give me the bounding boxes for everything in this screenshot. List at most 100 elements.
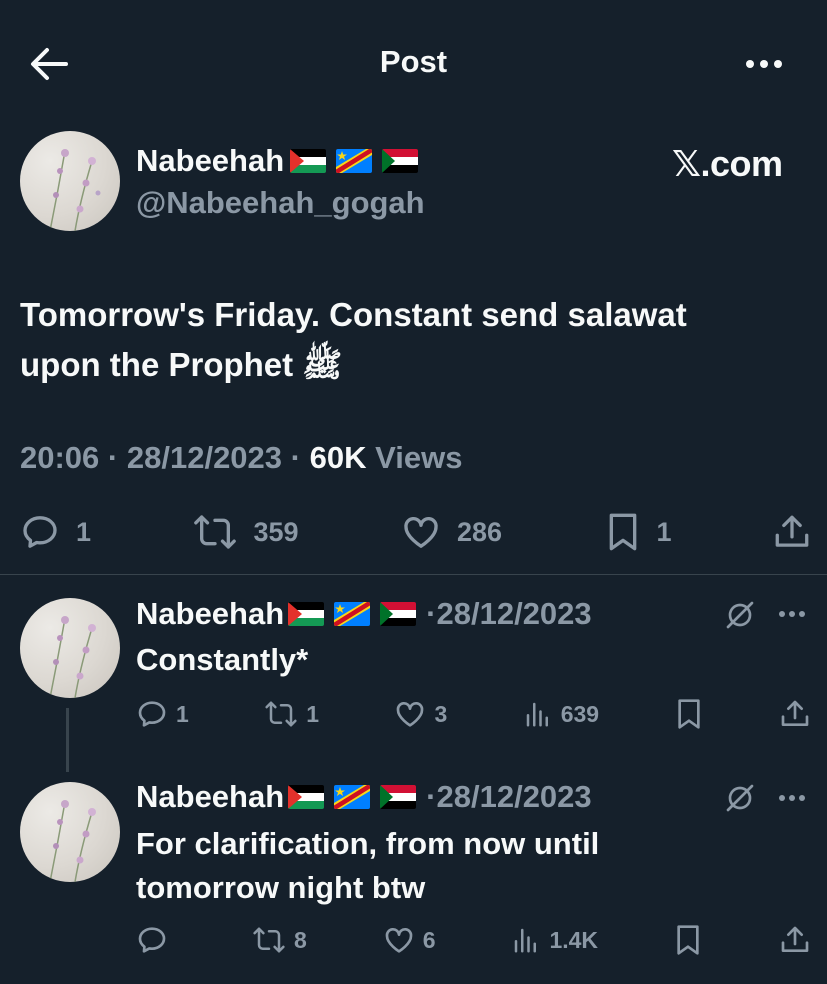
reply-more-button[interactable] [776, 604, 808, 624]
palestine-flag-icon [288, 785, 325, 809]
reply-avatar[interactable] [20, 782, 120, 882]
repost-count: 1 [306, 700, 320, 727]
avatar-flowers-image [49, 800, 96, 882]
heart-icon [404, 516, 438, 548]
source-watermark: 𝕏.com [672, 143, 783, 184]
reply-header: Nabeehah ·28/12/2023 [136, 596, 592, 632]
bookmark-button[interactable] [674, 924, 704, 956]
post-text-line: upon the Prophet ﷺ [20, 346, 343, 383]
views-count: 1.4K [549, 926, 599, 953]
author-name[interactable]: Nabeehah [136, 143, 419, 179]
more-horizontal-icon [746, 60, 782, 68]
like-count: 3 [434, 700, 448, 727]
analytics-icon [526, 702, 548, 727]
reply-button[interactable]: 1 [136, 698, 189, 730]
meta-separator: · [290, 440, 301, 475]
avatar-flowers-image [49, 616, 96, 698]
repost-count: 359 [253, 516, 299, 547]
reply-date-value: 28/12/2023 [436, 779, 592, 814]
reply-avatar[interactable] [20, 598, 120, 698]
repost-icon [253, 927, 285, 953]
share-button[interactable] [774, 512, 810, 552]
reply-actions: 1 1 3 639 [136, 694, 810, 734]
bookmark-icon [609, 513, 636, 551]
share-icon [775, 515, 809, 547]
reply-icon [138, 701, 166, 727]
like-button[interactable]: 3 [394, 698, 447, 730]
grok-icon [726, 784, 754, 812]
post-time[interactable]: 20:06 [20, 440, 99, 475]
reply-text: Constantly* [136, 642, 309, 677]
sudan-flag-icon [380, 602, 417, 626]
page-title: Post [379, 44, 448, 79]
sudan-flag-icon [382, 149, 419, 173]
share-button[interactable] [780, 698, 810, 730]
analytics-icon [515, 928, 537, 953]
reply-button[interactable] [136, 924, 176, 956]
thread-connector-line [66, 708, 69, 772]
palestine-flag-icon [290, 149, 327, 173]
avatar-flowers-image [49, 149, 101, 231]
like-count: 6 [422, 926, 436, 953]
repost-icon [194, 515, 237, 549]
date-separator: · [426, 779, 437, 814]
reply-author-name[interactable]: Nabeehah [136, 779, 284, 815]
reply-icon [23, 516, 57, 548]
reply-button[interactable]: 1 [20, 512, 91, 552]
reply-actions: 8 6 1.4K [136, 920, 810, 960]
meta-separator: · [107, 440, 119, 475]
sudan-flag-icon [380, 785, 417, 809]
more-horizontal-icon [779, 611, 805, 617]
repost-button[interactable]: 1 [264, 699, 319, 729]
bookmark-button[interactable] [675, 698, 705, 730]
post-meta: 20:06 · 28/12/2023 · 60K Views [20, 440, 462, 476]
share-icon [781, 700, 809, 726]
bookmark-icon [677, 699, 700, 729]
grok-button[interactable] [724, 599, 756, 631]
dr-congo-flag-icon [334, 785, 371, 809]
reply-count: 1 [176, 700, 189, 727]
repost-button[interactable]: 8 [252, 925, 307, 955]
reply-date[interactable]: ·28/12/2023 [426, 596, 591, 632]
reply-count: 1 [76, 516, 92, 547]
post-date[interactable]: 28/12/2023 [127, 440, 282, 475]
views-button[interactable]: 639 [523, 699, 599, 729]
palestine-flag-icon [288, 602, 325, 626]
views-label: Views [375, 440, 463, 475]
grok-icon [726, 601, 754, 629]
reply-icon [138, 927, 166, 953]
reply-text: For clarification, from now until tomorr… [136, 826, 600, 905]
repost-button[interactable]: 359 [193, 512, 299, 552]
date-separator: · [426, 596, 437, 631]
heart-icon [397, 702, 424, 727]
avatar[interactable] [20, 131, 120, 231]
divider [0, 574, 827, 575]
views-button[interactable]: 1.4K [511, 925, 598, 955]
bookmark-count: 1 [656, 516, 672, 547]
reply-more-button[interactable] [776, 788, 808, 808]
share-icon [781, 926, 809, 952]
dr-congo-flag-icon [334, 602, 371, 626]
author-display-name: Nabeehah [136, 143, 285, 178]
heart-icon [385, 928, 413, 953]
author-handle[interactable]: @Nabeehah_gogah [136, 185, 425, 221]
grok-button[interactable] [724, 782, 756, 814]
post-text: Tomorrow's Friday. Constant send salawat… [20, 290, 810, 390]
share-button[interactable] [780, 924, 810, 956]
like-button[interactable]: 6 [383, 924, 436, 956]
like-button[interactable]: 286 [401, 512, 502, 552]
repost-icon [265, 701, 297, 727]
bookmark-icon [677, 925, 699, 955]
views-count: 639 [560, 700, 600, 727]
reply-header: Nabeehah ·28/12/2023 [136, 779, 592, 815]
more-options-button[interactable] [742, 52, 786, 76]
reply-author-name[interactable]: Nabeehah [136, 596, 284, 632]
reply-date[interactable]: ·28/12/2023 [426, 779, 591, 815]
post-text-line: Tomorrow's Friday. Constant send salawat [20, 296, 687, 333]
dr-congo-flag-icon [336, 149, 373, 173]
more-horizontal-icon [779, 795, 805, 801]
reply-date-value: 28/12/2023 [436, 596, 592, 631]
post-actions: 1 359 286 1 [20, 508, 810, 556]
views-count: 60K [309, 440, 367, 475]
bookmark-button[interactable]: 1 [605, 512, 672, 552]
